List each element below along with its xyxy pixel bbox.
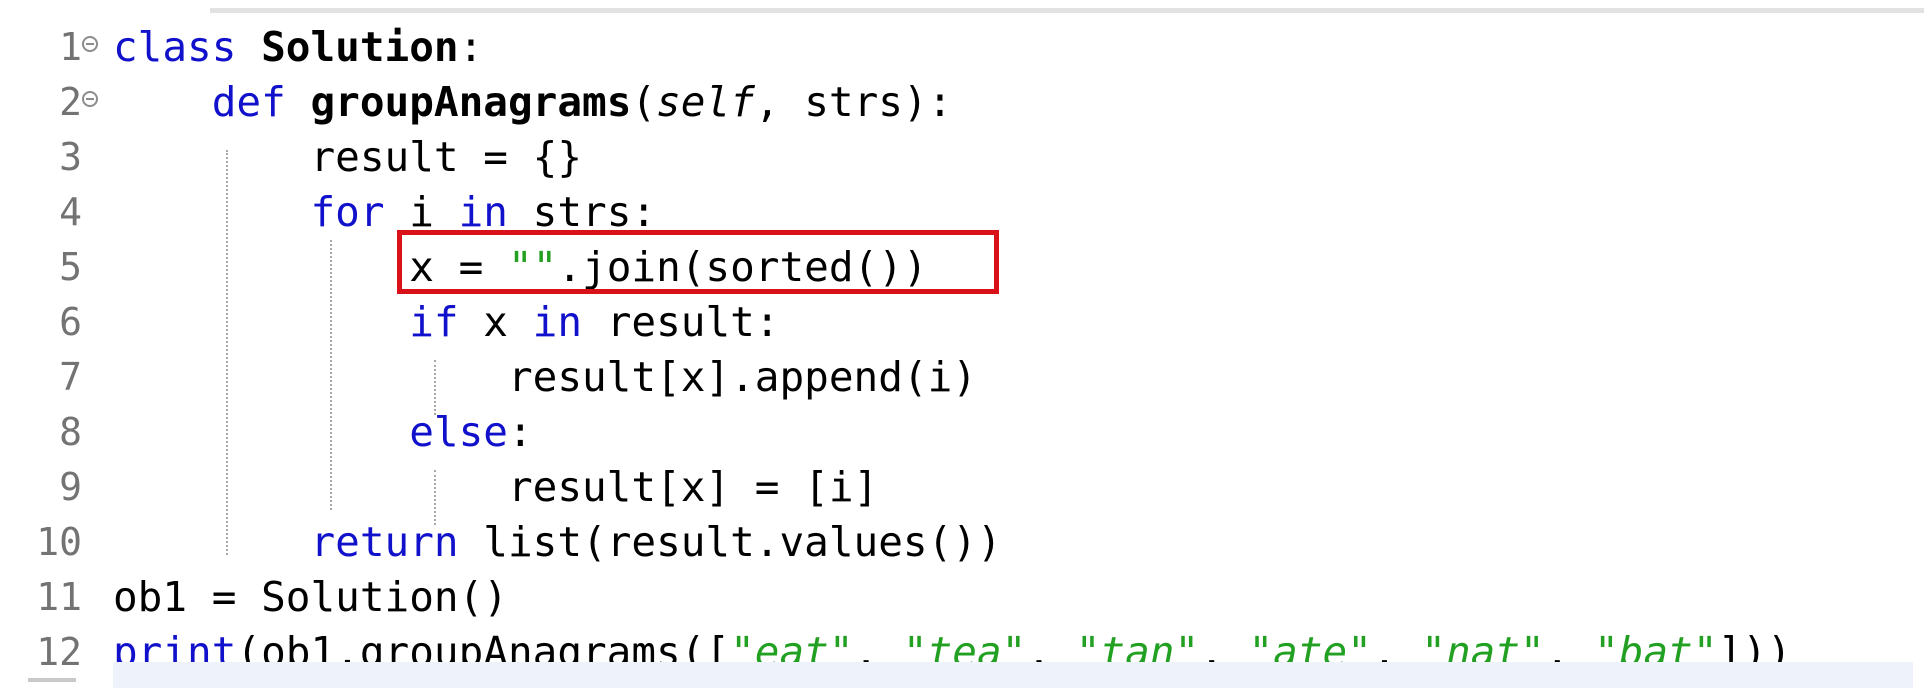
line-number: 3 — [59, 135, 82, 179]
code-token: , strs): — [754, 78, 953, 126]
keyword-token: in — [458, 188, 508, 236]
code-token: result: — [582, 298, 780, 346]
line-number: 2 — [59, 80, 82, 124]
code-line[interactable]: 9 result[x] = [i] — [0, 460, 1924, 515]
line-number: 6 — [59, 300, 82, 344]
code-text[interactable]: else: — [113, 405, 533, 460]
code-line[interactable]: 6 if x in result: — [0, 295, 1924, 350]
code-token: x — [458, 298, 533, 346]
keyword-token: if — [409, 298, 459, 346]
editor-top-border — [210, 8, 1924, 13]
fold-collapse-icon[interactable] — [82, 36, 98, 52]
code-token: result[x].append(i) — [113, 353, 977, 401]
code-token: list(result.values()) — [458, 518, 1002, 566]
current-line-highlight — [113, 662, 1913, 688]
code-text[interactable]: class Solution: — [113, 20, 483, 75]
code-line[interactable]: 11 ob1 = Solution() — [0, 570, 1924, 625]
code-token: ob1 = Solution() — [113, 573, 508, 621]
keyword-token: class — [113, 23, 237, 71]
line-number: 12 — [36, 630, 82, 674]
fold-collapse-icon[interactable] — [82, 91, 98, 107]
class-name-token: Solution — [261, 23, 459, 71]
self-param-token: self — [656, 78, 755, 126]
code-token: result[x] = [i] — [113, 463, 879, 511]
code-text[interactable]: if x in result: — [113, 295, 780, 350]
keyword-token: return — [310, 518, 459, 566]
code-token: : — [458, 23, 484, 71]
line-number: 11 — [36, 575, 82, 619]
code-token: result = {} — [113, 133, 582, 181]
code-line[interactable]: 3 result = {} — [0, 130, 1924, 185]
code-token: ( — [631, 78, 657, 126]
function-name-token: groupAnagrams — [310, 78, 632, 126]
line-number: 7 — [59, 355, 82, 399]
code-token: i — [384, 188, 459, 236]
code-text[interactable]: result[x].append(i) — [113, 350, 977, 405]
code-text[interactable]: result = {} — [113, 130, 582, 185]
code-line[interactable]: 8 else: — [0, 405, 1924, 460]
keyword-token: for — [310, 188, 385, 236]
highlight-annotation-box — [397, 230, 999, 294]
code-text[interactable]: return list(result.values()) — [113, 515, 1002, 570]
code-line[interactable]: 7 result[x].append(i) — [0, 350, 1924, 405]
code-line[interactable]: 10 return list(result.values()) — [0, 515, 1924, 570]
line-number: 8 — [59, 410, 82, 454]
code-text[interactable]: result[x] = [i] — [113, 460, 878, 515]
code-editor[interactable]: 1 class Solution: 2 def groupAnagrams(se… — [0, 20, 1924, 688]
line-number: 10 — [36, 520, 82, 564]
code-line[interactable]: 2 def groupAnagrams(self, strs): — [0, 75, 1924, 130]
code-line[interactable]: 1 class Solution: — [0, 20, 1924, 75]
code-token: strs: — [507, 188, 657, 236]
keyword-token: in — [532, 298, 583, 346]
code-text[interactable]: def groupAnagrams(self, strs): — [113, 75, 953, 130]
keyword-token: else — [409, 408, 508, 456]
line-number: 4 — [59, 190, 82, 234]
code-text[interactable]: ob1 = Solution() — [113, 570, 508, 625]
code-token: : — [507, 408, 533, 456]
line-number: 9 — [59, 465, 82, 509]
line-number: 5 — [59, 245, 82, 289]
partial-line-number — [28, 678, 76, 682]
keyword-token: def — [211, 78, 286, 126]
line-number: 1 — [59, 25, 82, 69]
